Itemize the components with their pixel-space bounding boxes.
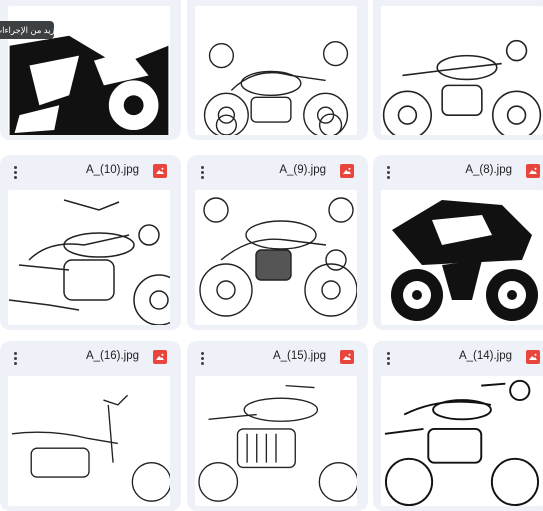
more-actions-icon[interactable] xyxy=(8,350,22,366)
file-card[interactable]: A_(14).jpg xyxy=(373,341,543,511)
file-name: A_(16).jpg xyxy=(85,350,139,362)
more-actions-icon[interactable] xyxy=(195,164,209,180)
motorcycle-image xyxy=(11,376,170,506)
file-card-header: A_(15).jpg xyxy=(187,341,368,375)
motorcycle-image xyxy=(198,376,357,506)
more-actions-icon[interactable] xyxy=(8,164,22,180)
more-actions-icon[interactable] xyxy=(381,350,395,366)
file-name: A_(9).jpg xyxy=(279,164,326,176)
file-card[interactable]: A_(9).jpg xyxy=(187,155,368,330)
motorcycle-image xyxy=(8,190,170,325)
file-thumbnail[interactable] xyxy=(8,190,170,325)
file-card-header: A_(8).jpg xyxy=(373,155,543,189)
file-thumbnail[interactable] xyxy=(8,376,170,506)
file-name: A_(8).jpg xyxy=(465,164,512,176)
file-card-header: A_(10).jpg xyxy=(0,155,181,189)
file-thumbnail[interactable] xyxy=(195,376,357,506)
image-icon xyxy=(340,350,354,364)
file-thumbnail[interactable] xyxy=(381,376,543,506)
file-name: A_(15).jpg xyxy=(272,350,326,362)
image-icon xyxy=(153,164,167,178)
file-card[interactable] xyxy=(187,0,368,140)
file-thumbnail[interactable] xyxy=(195,190,357,325)
motorcycle-image xyxy=(382,190,542,325)
more-actions-icon[interactable] xyxy=(381,164,395,180)
image-icon xyxy=(526,164,540,178)
file-card[interactable]: A_(8).jpg xyxy=(373,155,543,330)
file-name: A_(10).jpg xyxy=(85,164,139,176)
file-card[interactable]: A_(10).jpg xyxy=(0,155,181,330)
file-card-header: A_(14).jpg xyxy=(373,341,543,375)
image-icon xyxy=(526,350,540,364)
motorcycle-image xyxy=(196,190,357,325)
file-card[interactable]: A_(15).jpg xyxy=(187,341,368,511)
file-name: A_(14).jpg xyxy=(458,350,512,362)
more-actions-tooltip: مزيد من الإجراءات xyxy=(0,21,54,39)
file-card-header: A_(9).jpg xyxy=(187,155,368,189)
file-card[interactable] xyxy=(373,0,543,140)
file-card-header: A_(16).jpg xyxy=(0,341,181,375)
file-thumbnail[interactable] xyxy=(195,6,357,135)
more-actions-icon[interactable] xyxy=(195,350,209,366)
image-icon xyxy=(340,164,354,178)
motorcycle-image xyxy=(196,6,356,135)
file-card[interactable]: A_(16).jpg xyxy=(0,341,181,511)
motorcycle-image xyxy=(382,6,542,135)
motorcycle-image xyxy=(384,376,540,506)
file-thumbnail[interactable] xyxy=(381,6,543,135)
file-grid: A_(10).jpg A_(9).jpg A_(8).jpg A_(16).jp… xyxy=(0,0,543,511)
file-thumbnail[interactable] xyxy=(381,190,543,325)
image-icon xyxy=(153,350,167,364)
